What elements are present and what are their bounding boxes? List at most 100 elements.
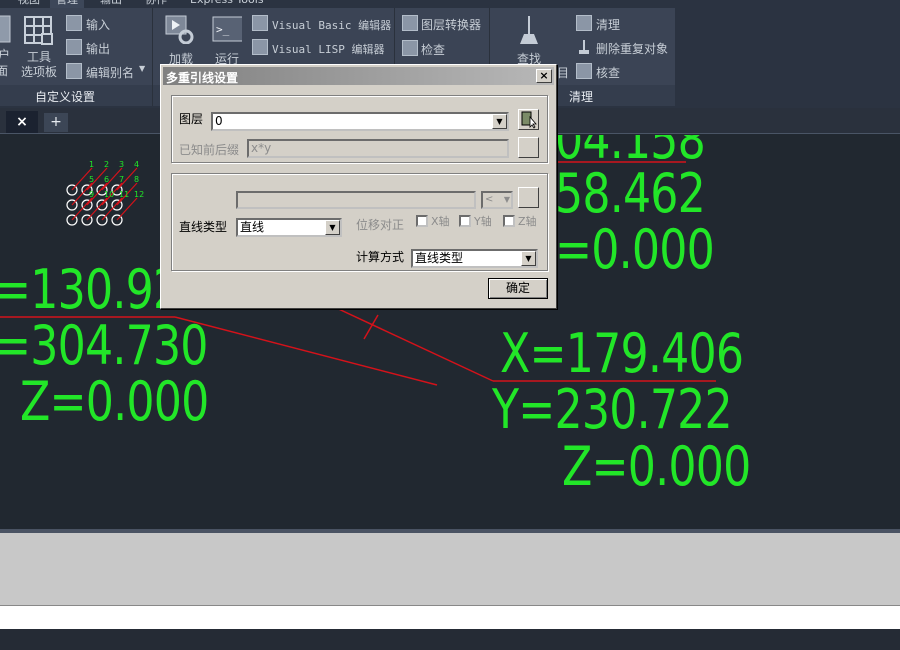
chevron-down-icon[interactable]: ▼ (521, 251, 536, 266)
hole-number: 7 (119, 175, 124, 184)
ribbon-tab-express-tools[interactable]: Express Tools (190, 0, 264, 8)
run-script-icon: >_ (212, 16, 242, 42)
purge-label: 清理 (596, 18, 621, 32)
ribbon-tab-collaborate[interactable]: 协作 (145, 0, 167, 8)
hole-number: 1 (89, 160, 94, 169)
coord-text-z-bottom: Z=0.000 (562, 435, 751, 498)
coord-text-y-bottom: Y=230.722 (492, 378, 733, 441)
chevron-down-icon[interactable]: ▼ (492, 114, 507, 129)
y-axis-label: Y轴 (474, 215, 492, 228)
import-icon (66, 15, 82, 31)
hole-number: 4 (134, 160, 139, 169)
leader-line (174, 316, 438, 386)
ribbon-tab-strip: 视图 管理 输出 协作 Express Tools (0, 0, 900, 8)
chevron-left-icon: < (485, 194, 494, 205)
user-interface-label-2: 面 (0, 64, 9, 78)
multileader-settings-dialog: 多重引线设置 × 图层 0 ▼ 已知前后缀 x*y < ▼ 直线类型 直线 ▼ … (160, 64, 557, 309)
purge-icon (576, 15, 592, 31)
hole-number: 11 (119, 190, 129, 199)
hole-number: 9 (89, 190, 94, 199)
calc-method-value: 直线类型 (415, 251, 464, 265)
coord-text-y-top: 58.462 (555, 162, 706, 225)
chevron-down-icon: ▼ (503, 195, 510, 204)
vba-editor-icon (252, 15, 268, 31)
overkill-label: 删除重复对象 (596, 42, 669, 56)
layer-select[interactable]: 0 ▼ (211, 112, 509, 131)
overkill-icon (579, 40, 589, 54)
load-app-icon (165, 15, 194, 44)
line-type-select[interactable]: 直线 ▼ (236, 218, 342, 237)
pick-layer-icon (521, 111, 537, 129)
close-icon[interactable]: × (536, 69, 552, 83)
find-icon (520, 16, 538, 44)
disabled-pick-button[interactable] (518, 187, 539, 208)
lisp-editor-label: Visual LISP 编辑器 (272, 43, 385, 56)
calc-method-select[interactable]: 直线类型 ▼ (411, 249, 538, 268)
lisp-editor-icon (252, 39, 268, 55)
audit-label: 核查 (596, 66, 621, 80)
check-standards-icon (402, 40, 418, 56)
tool-palettes-label-2: 选项板 (21, 65, 58, 79)
coord-text-z-top: =0.000 (555, 218, 715, 281)
hole-number: 5 (89, 175, 94, 184)
edit-aliases-icon (66, 63, 82, 79)
layer-translator-label: 图层转换器 (421, 18, 482, 32)
user-interface-icon (0, 15, 11, 43)
prefix-label: 已知前后缀 (179, 143, 240, 157)
coord-text-x-bottom: X=179.406 (500, 322, 744, 385)
x-axis-label: X轴 (431, 215, 450, 228)
audit-icon (576, 63, 592, 79)
export-label: 输出 (86, 42, 111, 56)
line-type-value: 直线 (240, 220, 265, 234)
prefix-pick-button[interactable] (518, 137, 539, 158)
layer-select-value: 0 (215, 114, 223, 128)
coord-text-z-left: Z=0.000 (20, 370, 209, 433)
check-standards-label: 检查 (421, 43, 446, 57)
x-axis-checkbox[interactable] (416, 215, 428, 227)
hole-number: 8 (134, 175, 139, 184)
panel-title-purge: 清理 (569, 90, 594, 104)
offset-align-label: 位移对正 (356, 218, 405, 232)
blank-disabled-field (236, 191, 476, 209)
dialog-title-bar[interactable]: 多重引线设置 × (163, 67, 554, 85)
ribbon-tab-view[interactable]: 视图 (18, 0, 40, 8)
new-tab-button[interactable]: + (44, 113, 68, 132)
ok-button[interactable]: 确定 (488, 278, 548, 299)
pick-layer-button[interactable] (518, 109, 539, 130)
layer-label: 图层 (179, 112, 204, 126)
calc-method-label: 计算方式 (356, 250, 405, 264)
chevron-down-icon[interactable]: ▼ (325, 220, 340, 235)
hole-number: 3 (119, 160, 124, 169)
hole-number: 10 (104, 190, 114, 199)
close-icon[interactable]: × (6, 111, 38, 133)
leader-line (329, 304, 494, 382)
line-type-label: 直线类型 (179, 220, 228, 234)
y-axis-checkbox[interactable] (459, 215, 471, 227)
command-input[interactable] (0, 605, 900, 629)
command-history (0, 533, 900, 605)
chevron-down-icon[interactable]: ▼ (139, 64, 145, 73)
hole-grid: 1 2 3 45 6 7 89 10 11 12 (66, 160, 144, 226)
svg-text:>_: >_ (216, 23, 230, 36)
z-axis-checkbox[interactable] (503, 215, 515, 227)
status-bar (0, 629, 900, 650)
disabled-spinner: < ▼ (481, 191, 513, 209)
ribbon-tab-manage[interactable]: 管理 (50, 0, 84, 8)
ribbon-tab-output[interactable]: 输出 (100, 0, 122, 8)
vba-editor-label: Visual Basic 编辑器 (272, 19, 392, 32)
hole-number: 12 (134, 190, 144, 199)
z-axis-label: Z轴 (518, 215, 537, 228)
hole-number: 6 (104, 175, 109, 184)
panel-title-customization: 自定义设置 (35, 90, 96, 104)
hole-number: 2 (104, 160, 109, 169)
find-label-2: 目 (557, 66, 570, 80)
coord-text-y-left: =304.730 (0, 314, 208, 377)
layer-translator-icon (402, 15, 418, 31)
edit-aliases-label: 编辑别名 (86, 66, 135, 80)
user-interface-label: 户 (0, 48, 11, 62)
dialog-title: 多重引线设置 (166, 71, 239, 85)
export-icon (66, 39, 82, 55)
prefix-field[interactable]: x*y (247, 139, 509, 158)
tool-palettes-icon (24, 16, 53, 45)
import-label: 输入 (86, 18, 111, 32)
